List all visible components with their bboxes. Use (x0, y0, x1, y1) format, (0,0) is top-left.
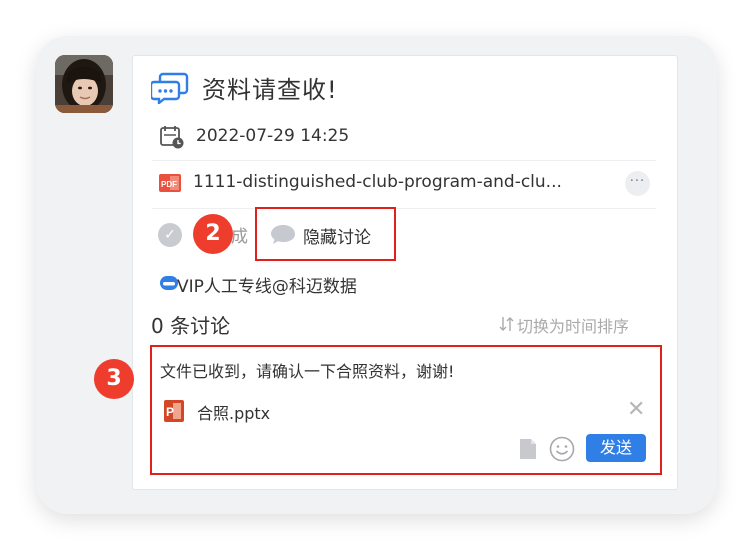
comment-bubble-icon (270, 223, 296, 249)
sort-arrows-icon (499, 315, 515, 337)
source-label: VIP人工专线@科迈数据 (177, 277, 357, 297)
avatar-image (55, 55, 113, 113)
divider (152, 160, 656, 161)
cloud-app-icon (160, 274, 178, 296)
emoji-icon[interactable] (549, 436, 575, 466)
more-options-button[interactable]: ··· (625, 171, 650, 196)
reply-attachment-filename[interactable]: 合照.pptx (197, 400, 270, 424)
send-button[interactable]: 发送 (586, 434, 646, 462)
callout-badge-3: 3 (94, 359, 134, 399)
complete-label[interactable]: 成 (231, 222, 248, 247)
ppt-file-icon: PDF (159, 172, 183, 198)
sort-toggle-button[interactable]: 切换为时间排序 (517, 313, 629, 337)
svg-text:P: P (166, 405, 174, 419)
task-datetime: 2022-07-29 14:25 (196, 126, 350, 146)
chat-bubble-icon (149, 72, 189, 108)
complete-check-icon[interactable]: ✓ (158, 223, 182, 247)
file-attach-icon[interactable] (518, 437, 538, 465)
remove-attachment-icon[interactable]: ✕ (627, 397, 645, 423)
attachment-filename[interactable]: 1111-distinguished-club-program-and-clu.… (193, 172, 562, 192)
hide-discussion-button[interactable]: 隐藏讨论 (303, 223, 371, 248)
pptx-file-icon: P (162, 399, 186, 427)
avatar[interactable] (55, 55, 113, 113)
svg-text:PDF: PDF (161, 180, 177, 189)
calendar-clock-icon (159, 124, 185, 154)
callout-badge-2: 2 (193, 214, 233, 254)
divider (152, 208, 656, 209)
reply-input[interactable]: 文件已收到，请确认一下合照资料，谢谢! (160, 358, 454, 382)
task-title: 资料请查收! (202, 76, 338, 104)
discussion-count: 0 条讨论 (151, 314, 231, 338)
